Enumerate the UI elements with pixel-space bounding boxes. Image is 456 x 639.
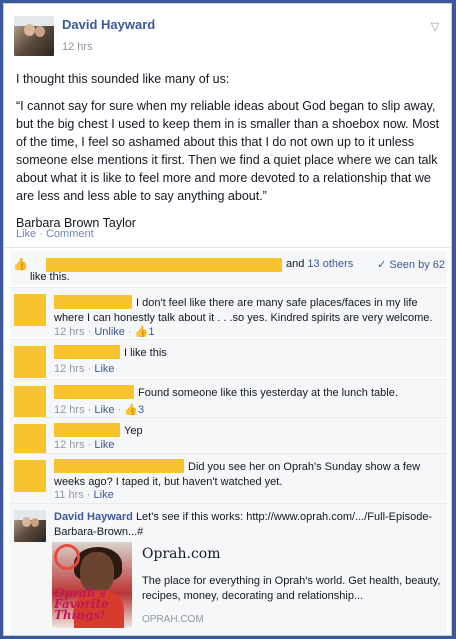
comment-link[interactable]: Comment (46, 228, 94, 240)
likes-bar: 👍 and 13 others ✓ Seen by 62 like this. (10, 251, 447, 285)
comment-like-count[interactable]: 1 (148, 326, 154, 338)
commenter-avatar[interactable] (14, 460, 46, 492)
like-link[interactable]: Like (94, 363, 114, 375)
comment-time[interactable]: 12 hrs (54, 404, 85, 416)
magazine-cover-image[interactable]: Oprah's Favorite Things! (52, 542, 132, 628)
link-title[interactable]: Oprah.com (142, 546, 221, 562)
cover-text: Oprah's Favorite Things! (54, 586, 109, 622)
comment-text: Found someone like this yesterday at the… (138, 387, 398, 399)
redacted-commenter-name (54, 423, 120, 437)
like-link[interactable]: Like (94, 404, 114, 416)
author-avatar[interactable] (14, 16, 54, 56)
post-card: David Hayward 12 hrs ▽ I thought this so… (3, 3, 452, 636)
thumbs-up-icon: 👍 (134, 326, 149, 338)
post-timestamp[interactable]: 12 hrs (62, 41, 93, 53)
comment-meta: 12 hrs · Like (54, 439, 115, 451)
commenter-avatar[interactable] (14, 510, 46, 542)
comment-item: Yep 12 hrs · Like (10, 417, 447, 456)
seen-by[interactable]: ✓ Seen by 62 (377, 258, 445, 271)
others-link[interactable]: 13 others (307, 258, 353, 270)
seen-by-label: Seen by 62 (389, 259, 445, 271)
chevron-down-icon[interactable]: ▽ (428, 20, 442, 34)
like-link[interactable]: Like (94, 439, 114, 451)
checkmark-icon: ✓ (377, 259, 387, 271)
like-link[interactable]: Like (94, 489, 114, 501)
post-actions: Like · Comment (16, 228, 94, 240)
comment-item: I don't feel like there are many safe pl… (10, 287, 447, 338)
redacted-commenter-name (54, 345, 120, 359)
comment-text: I like this (124, 347, 167, 359)
comment-time[interactable]: 12 hrs (54, 326, 85, 338)
comment-meta: 12 hrs · Like (54, 363, 115, 375)
like-link[interactable]: Like (16, 228, 36, 240)
comment-text: I don't feel like there are many safe pl… (54, 297, 433, 324)
unlike-link[interactable]: Unlike (94, 326, 125, 338)
divider (4, 247, 451, 248)
comment-text: Did you see her on Oprah's Sunday show a… (54, 461, 421, 488)
commenter-name[interactable]: David Hayward (54, 511, 133, 523)
comment-time[interactable]: 12 hrs (54, 363, 85, 375)
post-header: David Hayward 12 hrs ▽ (14, 16, 444, 56)
commenter-avatar[interactable] (14, 294, 46, 326)
comment-meta: 12 hrs · Like · 👍3 (54, 404, 145, 416)
post-quote: “I cannot say for sure when my reliable … (16, 99, 440, 203)
comment-item: I like this 12 hrs · Like (10, 339, 447, 378)
link-domain: OPRAH.COM (142, 614, 204, 625)
post-body: I thought this sounded like many of us: … (16, 70, 444, 241)
comment-meta: 11 hrs · Like (54, 489, 114, 501)
like-this-text: like this. (30, 271, 70, 283)
comment-meta: 12 hrs · Unlike · 👍1 (54, 326, 155, 338)
comment-like-count[interactable]: 3 (138, 404, 144, 416)
comment-item: Found someone like this yesterday at the… (10, 379, 447, 418)
and-text: and (286, 258, 305, 270)
redacted-commenter-name (54, 385, 134, 399)
author-name[interactable]: David Hayward (62, 17, 155, 32)
commenter-avatar[interactable] (14, 346, 46, 378)
comment-time[interactable]: 11 hrs (54, 489, 84, 501)
post-intro: I thought this sounded like many of us: (16, 72, 230, 86)
comment-text: David Hayward Let's see if this works: h… (54, 510, 439, 540)
redacted-names (46, 258, 282, 272)
thumbs-up-icon: 👍 (124, 404, 139, 416)
link-preview-card[interactable]: Oprah's Favorite Things! Oprah.com The p… (52, 542, 447, 630)
link-description: The place for everything in Oprah's worl… (142, 575, 441, 602)
comment-item: Did you see her on Oprah's Sunday show a… (10, 453, 447, 503)
thumbs-up-icon: 👍 (13, 257, 28, 271)
comment-text: Yep (124, 425, 143, 437)
commenter-avatar[interactable] (14, 424, 46, 456)
commenter-avatar[interactable] (14, 386, 46, 418)
comment-time[interactable]: 12 hrs (54, 439, 85, 451)
